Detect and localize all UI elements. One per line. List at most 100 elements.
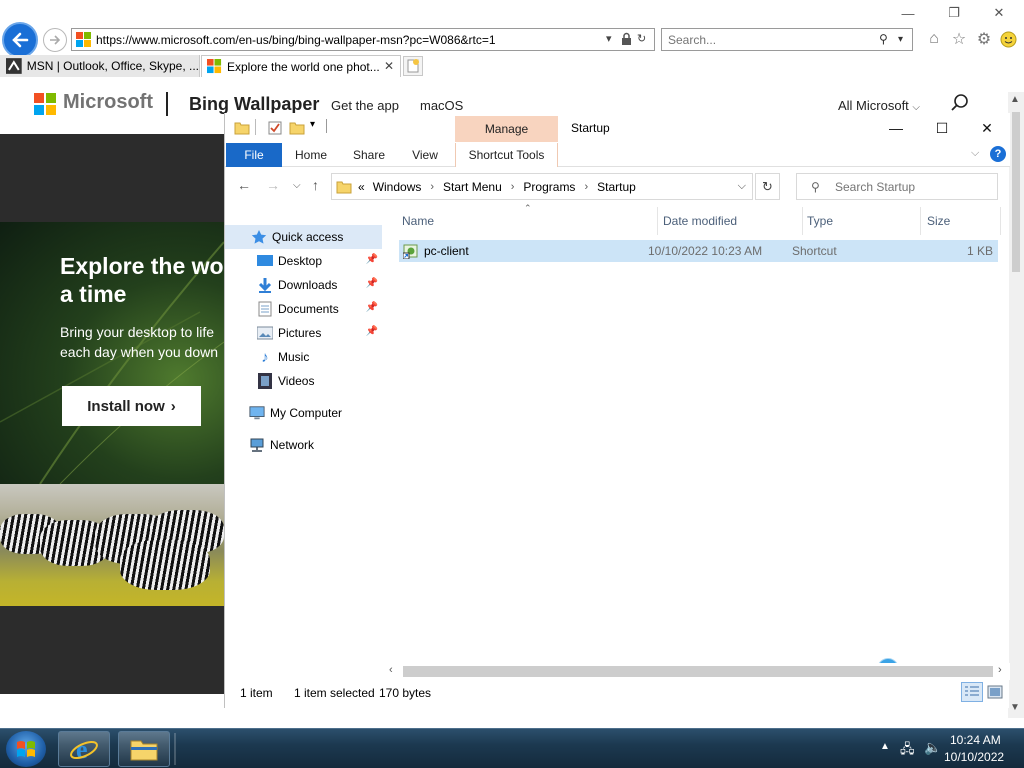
pin-icon[interactable]: 📌 (366, 254, 378, 265)
breadcrumb-programs[interactable]: Programs (523, 180, 575, 194)
qat-customize-icon[interactable]: ▾ (310, 119, 315, 130)
expand-ribbon-icon[interactable]: ⌵ (971, 147, 979, 160)
up-arrow-icon[interactable]: ↑ (312, 177, 319, 193)
nav-desktop[interactable]: Desktop 📌 (225, 249, 382, 273)
browser-restore-button[interactable]: ❐ (940, 4, 968, 22)
pin-icon[interactable]: 📌 (366, 278, 378, 289)
column-date-modified[interactable]: Date modified (659, 207, 803, 235)
browser-search-input[interactable] (668, 32, 868, 48)
taskbar-internet-explorer[interactable]: e (58, 731, 110, 767)
nav-get-the-app[interactable]: Get the app (331, 98, 399, 113)
scrollbar-thumb[interactable] (1012, 112, 1020, 272)
chevron-right-icon[interactable]: › (430, 181, 434, 193)
address-bar[interactable]: https://www.microsoft.com/en-us/bing/bin… (71, 28, 655, 51)
breadcrumb-startup[interactable]: Startup (597, 180, 636, 194)
explorer-search-input[interactable] (835, 180, 990, 194)
pin-icon[interactable]: 📌 (366, 302, 378, 313)
recent-locations-icon[interactable]: ⌵ (293, 180, 301, 191)
address-dropdown-icon[interactable]: ▾ (606, 32, 612, 45)
explorer-maximize-button[interactable]: ☐ (919, 117, 965, 139)
nav-pictures[interactable]: Pictures 📌 (225, 321, 382, 345)
horizontal-scrollbar[interactable]: ‹ › (385, 663, 1010, 680)
refresh-button[interactable]: ↻ (755, 173, 780, 200)
nav-downloads[interactable]: Downloads 📌 (225, 273, 382, 297)
back-button[interactable] (2, 22, 38, 58)
tab-shortcut-tools[interactable]: Shortcut Tools (455, 143, 558, 167)
manage-context-tab[interactable]: Manage (455, 116, 558, 142)
nav-quick-access[interactable]: Quick access (225, 225, 382, 249)
network-status-icon[interactable]: 🖧 (900, 740, 915, 762)
browser-close-button[interactable]: ✕ (985, 4, 1013, 22)
folder-icon[interactable] (234, 120, 250, 136)
favorites-star-icon[interactable]: ☆ (949, 29, 969, 49)
show-hidden-icons-icon[interactable]: ▲ (880, 741, 890, 752)
home-icon[interactable]: ⌂ (924, 29, 944, 49)
nav-documents[interactable]: Documents 📌 (225, 297, 382, 321)
forward-button[interactable] (43, 28, 67, 52)
scroll-down-icon[interactable]: ▼ (1010, 702, 1020, 713)
clock-time[interactable]: 10:24 AM (950, 733, 1001, 747)
start-button[interactable] (6, 731, 46, 767)
column-size[interactable]: Size (923, 207, 1001, 235)
file-list-pane[interactable]: ⌃ Name Date modified Type Size pc-client… (385, 203, 1010, 687)
breadcrumb-windows[interactable]: Windows (373, 180, 422, 194)
help-icon[interactable]: ? (990, 146, 1006, 162)
explorer-minimize-button[interactable]: — (873, 117, 919, 139)
tab-file[interactable]: File (226, 143, 282, 167)
browser-search-box[interactable]: ⚲ ▾ (661, 28, 913, 51)
navigation-pane: Quick access Desktop 📌 Downloads 📌 Docum… (225, 217, 385, 677)
tab-home[interactable]: Home (287, 143, 335, 167)
browser-minimize-button[interactable]: — (894, 4, 922, 22)
settings-gear-icon[interactable]: ⚙ (974, 29, 994, 49)
scroll-left-icon[interactable]: ‹ (389, 664, 393, 676)
nav-network[interactable]: Network (225, 433, 382, 457)
tab-share[interactable]: Share (345, 143, 393, 167)
breadcrumb-overflow[interactable]: « (358, 180, 365, 194)
file-size: 1 KB (966, 244, 993, 258)
nav-videos[interactable]: Videos (225, 369, 382, 393)
product-title[interactable]: Bing Wallpaper (189, 94, 319, 115)
large-icons-view-icon[interactable] (987, 684, 1003, 700)
scroll-right-icon[interactable]: › (998, 664, 1002, 676)
microsoft-logo-icon[interactable] (34, 93, 56, 115)
tab-view[interactable]: View (401, 143, 449, 167)
scroll-up-icon[interactable]: ▲ (1010, 94, 1020, 105)
column-name[interactable]: Name (398, 207, 658, 235)
new-folder-icon[interactable] (289, 120, 305, 136)
new-tab-button[interactable] (403, 56, 423, 76)
taskbar-file-explorer[interactable] (118, 731, 170, 767)
nav-music[interactable]: ♪ Music (225, 345, 382, 369)
breadcrumb[interactable]: « Windows › Start Menu › Programs › Startup… (331, 173, 753, 200)
all-microsoft-menu[interactable]: All Microsoft ⌵ (838, 98, 920, 113)
details-view-button[interactable] (961, 682, 983, 702)
install-now-button[interactable]: Install now › (62, 386, 201, 426)
tab-msn[interactable]: MSN | Outlook, Office, Skype, ... (0, 55, 200, 77)
chevron-right-icon[interactable]: › (584, 181, 588, 193)
chevron-right-icon[interactable]: › (511, 181, 515, 193)
explorer-search-box[interactable]: ⚲ (796, 173, 998, 200)
close-tab-icon[interactable]: ✕ (384, 59, 394, 73)
search-icon[interactable] (950, 93, 970, 113)
breadcrumb-start-menu[interactable]: Start Menu (443, 180, 502, 194)
back-arrow-icon[interactable]: ← (237, 177, 251, 193)
volume-icon[interactable]: 🔈 (924, 739, 941, 756)
nav-my-computer[interactable]: My Computer (225, 401, 382, 425)
search-icon[interactable]: ⚲ (879, 32, 888, 46)
properties-check-icon[interactable] (267, 120, 283, 136)
search-dropdown-icon[interactable]: ▾ (898, 34, 903, 45)
tab-bing-wallpaper[interactable]: Explore the world one phot... ✕ (201, 55, 401, 77)
page-scrollbar[interactable]: ▲ ▼ (1008, 92, 1024, 718)
microsoft-wordmark[interactable]: Microsoft (63, 91, 153, 114)
nav-macos[interactable]: macOS (420, 98, 463, 113)
clock-date[interactable]: 10/10/2022 (944, 750, 1004, 764)
smiley-feedback-icon[interactable] (998, 29, 1018, 49)
lock-icon[interactable] (621, 32, 632, 48)
scrollbar-thumb[interactable] (403, 666, 993, 677)
chevron-down-icon[interactable]: ⌵ (738, 180, 746, 193)
forward-arrow-icon[interactable]: → (266, 177, 280, 193)
refresh-icon[interactable]: ↻ (637, 32, 646, 45)
pin-icon[interactable]: 📌 (366, 326, 378, 337)
file-row[interactable]: pc-client 10/10/2022 10:23 AM Shortcut 1… (399, 240, 998, 262)
explorer-close-button[interactable]: ✕ (964, 117, 1010, 139)
column-type[interactable]: Type (803, 207, 921, 235)
